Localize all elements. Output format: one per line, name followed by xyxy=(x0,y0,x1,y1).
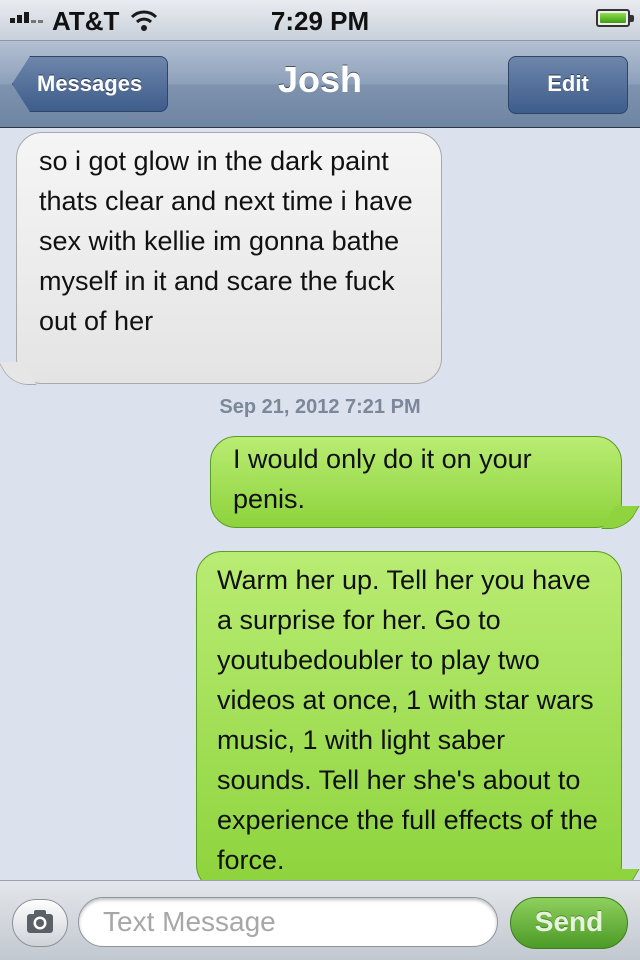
navigation-bar: Messages Josh Edit xyxy=(0,41,640,128)
edit-button[interactable]: Edit xyxy=(508,56,628,114)
outgoing-message-bubble[interactable]: Warm her up. Tell her you have a surpris… xyxy=(196,551,622,880)
message-composer: Send xyxy=(0,880,640,960)
outgoing-message-bubble[interactable]: I would only do it on your penis. xyxy=(210,436,622,528)
send-button[interactable]: Send xyxy=(510,897,628,949)
camera-button[interactable] xyxy=(12,899,68,947)
text-message-input[interactable] xyxy=(78,897,498,947)
status-bar: AT&T 7:29 PM xyxy=(0,0,640,41)
message-timestamp: Sep 21, 2012 7:21 PM xyxy=(219,396,421,418)
incoming-message-bubble[interactable]: so i got glow in the dark paint thats cl… xyxy=(16,132,442,384)
camera-icon xyxy=(27,910,53,933)
battery-icon xyxy=(596,9,634,27)
status-time: 7:29 PM xyxy=(270,6,370,36)
message-thread[interactable]: so i got glow in the dark paint thats cl… xyxy=(0,128,640,880)
